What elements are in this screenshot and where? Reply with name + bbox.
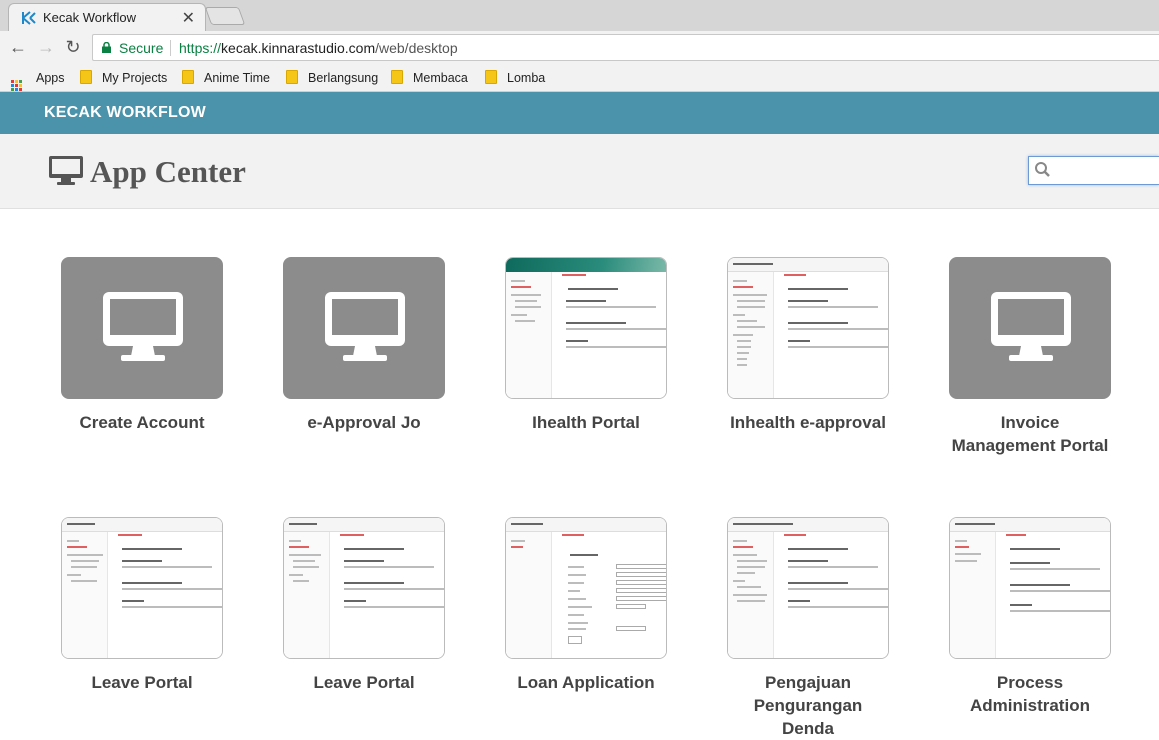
page-title: App Center xyxy=(90,154,246,189)
screenshot-preview xyxy=(284,518,444,658)
app-tile-process-administration[interactable]: Process Administration xyxy=(949,517,1111,717)
app-thumbnail[interactable] xyxy=(61,517,223,659)
screenshot-preview xyxy=(950,518,1110,658)
bookmark-membaca[interactable]: Membaca xyxy=(391,70,468,86)
app-label[interactable]: Ihealth Portal xyxy=(505,411,667,434)
folder-icon xyxy=(485,70,497,84)
app-tile-inhealth-e-approval[interactable]: Inhealth e-approval xyxy=(727,257,889,434)
lock-icon xyxy=(102,42,111,53)
app-header: KECAK WORKFLOW xyxy=(0,92,1159,134)
reload-icon[interactable]: ↻ xyxy=(63,37,83,57)
apps-grid-icon xyxy=(11,80,22,91)
browser-tab-strip: Kecak Workflow ✕ xyxy=(0,0,1159,31)
screenshot-preview xyxy=(728,258,888,398)
app-label[interactable]: Leave Portal xyxy=(61,671,223,694)
app-thumbnail[interactable] xyxy=(949,517,1111,659)
app-thumbnail[interactable] xyxy=(727,257,889,399)
search-icon xyxy=(1035,162,1050,177)
screenshot-preview xyxy=(506,258,666,398)
app-thumbnail[interactable] xyxy=(283,517,445,659)
address-separator xyxy=(170,40,171,56)
app-tile-leave-portal-2[interactable]: Leave Portal xyxy=(283,517,445,694)
app-label[interactable]: Inhealth e-approval xyxy=(727,411,889,434)
screenshot-preview xyxy=(728,518,888,658)
app-label[interactable]: Invoice Management Portal xyxy=(949,411,1111,457)
app-label[interactable]: Pengajuan Pengurangan Denda xyxy=(727,671,889,740)
app-label[interactable]: Leave Portal xyxy=(283,671,445,694)
url-text: https://kecak.kinnarastudio.com/web/desk… xyxy=(179,40,458,56)
folder-icon xyxy=(286,70,298,84)
app-tile-loan-application[interactable]: Loan Application xyxy=(505,517,667,694)
bookmark-apps[interactable]: Apps xyxy=(11,70,65,91)
bookmark-lomba[interactable]: Lomba xyxy=(485,70,545,86)
app-label[interactable]: Process Administration xyxy=(949,671,1111,717)
app-thumbnail[interactable] xyxy=(505,257,667,399)
app-tile-leave-portal[interactable]: Leave Portal xyxy=(61,517,223,694)
tab-title: Kecak Workflow xyxy=(43,10,136,25)
search-input[interactable] xyxy=(1051,160,1151,181)
app-thumbnail[interactable] xyxy=(727,517,889,659)
app-thumbnail[interactable] xyxy=(949,257,1111,399)
folder-icon xyxy=(182,70,194,84)
app-thumbnail[interactable] xyxy=(61,257,223,399)
brand-title[interactable]: KECAK WORKFLOW xyxy=(44,104,206,122)
search-box[interactable] xyxy=(1028,156,1159,185)
monitor-icon xyxy=(325,292,405,361)
back-arrow-icon[interactable]: ← xyxy=(8,37,28,57)
app-tile-create-account[interactable]: Create Account xyxy=(61,257,223,434)
app-label[interactable]: Loan Application xyxy=(505,671,667,694)
app-thumbnail[interactable] xyxy=(283,257,445,399)
secure-label: Secure xyxy=(119,40,164,56)
folder-icon xyxy=(391,70,403,84)
folder-icon xyxy=(80,70,92,84)
tab-close-icon[interactable]: ✕ xyxy=(182,8,195,28)
screenshot-preview xyxy=(62,518,222,658)
app-label[interactable]: Create Account xyxy=(61,411,223,434)
screenshot-preview xyxy=(506,518,666,658)
app-thumbnail[interactable] xyxy=(505,517,667,659)
new-tab-button[interactable] xyxy=(204,7,246,25)
app-tile-e-approval-jo[interactable]: e-Approval Jo xyxy=(283,257,445,434)
app-label[interactable]: e-Approval Jo xyxy=(283,411,445,434)
kecak-favicon-icon xyxy=(22,11,36,25)
app-tile-invoice-management-portal[interactable]: Invoice Management Portal xyxy=(949,257,1111,457)
bookmark-berlangsung[interactable]: Berlangsung xyxy=(286,70,378,86)
page-header: App Center xyxy=(0,134,1159,209)
browser-toolbar: ← → ↻ Secure https://kecak.kinnarastudio… xyxy=(0,31,1159,64)
browser-tab[interactable]: Kecak Workflow ✕ xyxy=(8,3,206,31)
bookmark-my-projects[interactable]: My Projects xyxy=(80,70,167,86)
monitor-icon xyxy=(103,292,183,361)
app-tile-pengajuan-pengurangan-denda[interactable]: Pengajuan Pengurangan Denda xyxy=(727,517,889,740)
bookmarks-bar: Apps My Projects Anime Time Berlangsung … xyxy=(0,64,1159,92)
bookmark-anime-time[interactable]: Anime Time xyxy=(182,70,270,86)
desktop-monitor-icon xyxy=(49,156,83,185)
monitor-icon xyxy=(991,292,1071,361)
forward-arrow-icon[interactable]: → xyxy=(36,37,56,57)
address-bar[interactable]: Secure https://kecak.kinnarastudio.com/w… xyxy=(92,34,1159,61)
app-tile-ihealth-portal[interactable]: Ihealth Portal xyxy=(505,257,667,434)
